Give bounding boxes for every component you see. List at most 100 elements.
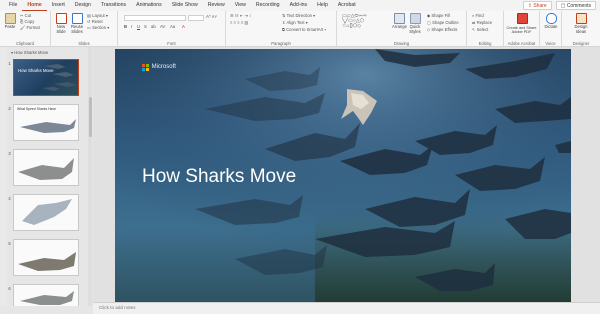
thumbnail-slide-6[interactable] (13, 284, 79, 306)
thumbnail-shark-image (22, 199, 72, 225)
thumbnail-sharks-image (42, 64, 76, 91)
drawing-label: Drawing (393, 41, 410, 46)
tab-acrobat[interactable]: Acrobat (333, 0, 361, 11)
section-button[interactable]: ▭ Section ▾ (87, 25, 109, 31)
italic-button[interactable]: I (131, 24, 132, 30)
text-direction-button[interactable]: ⇅ Text Direction ▾ (282, 13, 315, 19)
tab-add-ins[interactable]: Add-ins (285, 0, 313, 11)
tab-insert[interactable]: Insert (47, 0, 70, 11)
slide-title[interactable]: How Sharks Move (142, 166, 296, 188)
dictate-button[interactable]: Dictate (544, 13, 558, 30)
change-case-button[interactable]: Aa (170, 24, 175, 30)
microsoft-logo-icon (142, 64, 149, 71)
shapes-gallery[interactable]: ▭▱△⬭⌒⇨ ╲╱▭○△⬠ ☆⌂{}⬡◇ (342, 14, 367, 29)
reuse-slides-button[interactable]: Reuse Slides (70, 13, 84, 34)
thumbnail-row[interactable]: 6 (7, 284, 87, 306)
select-label: Select (476, 27, 489, 32)
arrange-button[interactable]: Arrange (392, 13, 407, 30)
quick-styles-button[interactable]: Quick Styles (408, 13, 422, 34)
shape-effects-button[interactable]: ◇ Shape Effects (427, 27, 457, 33)
tab-transitions[interactable]: Transitions (96, 0, 131, 11)
tab-file[interactable]: File (4, 0, 22, 11)
convert-smartart-label: Convert to SmartArt (286, 27, 324, 32)
tab-animations[interactable]: Animations (131, 0, 167, 11)
voice-label: Voice (545, 41, 556, 46)
thumbnail-row[interactable]: 3 (7, 149, 87, 191)
layout-label: Layout (92, 13, 105, 18)
section-header[interactable]: ▾ How Sharks Move (11, 50, 48, 55)
font-name-field[interactable] (124, 15, 186, 21)
thumbnail-slide-3[interactable] (13, 149, 79, 186)
reset-label: Reset (91, 19, 103, 24)
find-button[interactable]: ⌕ Find (472, 13, 484, 19)
new-slide-label: New Slide (56, 24, 66, 34)
notes-pane[interactable]: Click to add notes (93, 302, 600, 314)
thumbnail-shark-image (20, 119, 76, 133)
voice-group: Dictate Voice (540, 11, 562, 47)
microsoft-logo-text: Microsoft (151, 64, 176, 71)
font-size-field[interactable] (188, 15, 204, 21)
thumbnail-shark-image (18, 252, 76, 271)
replace-button[interactable]: ⇄ Replace (472, 20, 492, 26)
font-color-button[interactable]: A (182, 24, 185, 30)
adobe-group: Create and Share Adobe PDF Adobe Acrobat (504, 11, 540, 47)
thumbnail-row[interactable]: 4 (7, 194, 87, 236)
align-buttons[interactable]: ≡ ≡ ≡ ≡ ▥ (230, 20, 248, 26)
thumbnail-number: 2 (8, 106, 11, 111)
underline-button[interactable]: U (137, 24, 140, 30)
tab-help[interactable]: Help (312, 0, 333, 11)
shape-outline-button[interactable]: ▢ Shape Outline (427, 20, 459, 26)
comments-button[interactable]: ▢ Comments (555, 1, 596, 10)
thumbnail-slide-2[interactable]: What Speed Sharks Have (13, 104, 79, 141)
create-adobe-pdf-button[interactable] (515, 13, 529, 25)
text-direction-label: Text Direction (286, 13, 312, 18)
section-label: Section (92, 25, 107, 30)
thumbnail-row[interactable]: 5 (7, 239, 87, 281)
font-grow-button[interactable]: A^ A˅ (206, 14, 217, 20)
thumbnail-row[interactable]: 2 What Speed Sharks Have (7, 104, 87, 146)
select-button[interactable]: ↖ Select (472, 27, 488, 33)
designer-group: Design Ideas Designer (562, 11, 600, 47)
shape-fill-label: Shape Fill (431, 13, 451, 18)
shape-fill-button[interactable]: ◆ Shape Fill (427, 13, 450, 19)
align-text-button[interactable]: ⇕ Align Text ▾ (282, 20, 308, 26)
design-ideas-button[interactable]: Design Ideas (574, 13, 588, 34)
section-title: How Sharks Move (14, 50, 49, 55)
new-slide-button[interactable]: New Slide (54, 13, 68, 34)
editing-label: Editing (478, 41, 492, 46)
current-slide[interactable]: Microsoft How Sharks Move (115, 49, 571, 304)
arrange-label: Arrange (392, 24, 407, 29)
align-text-label: Align Text (286, 20, 305, 25)
bold-button[interactable]: B (124, 24, 127, 30)
tab-design[interactable]: Design (70, 0, 96, 11)
tab-recording[interactable]: Recording (251, 0, 285, 11)
share-button[interactable]: ⇪ Share (522, 1, 552, 10)
ribbon: Paste ✂ Cut ⎘ Copy 🖌 Format Clipboard Ne… (0, 11, 600, 47)
thumbnail-slide-1[interactable]: How Sharks Move (13, 59, 79, 96)
strike-button[interactable]: ab (151, 24, 156, 30)
bullets-button[interactable]: ☰ ☷ ⇤ ⇥ ↕ (230, 13, 251, 19)
convert-smartart-button[interactable]: ⧉ Convert to SmartArt ▾ (282, 27, 326, 33)
designer-label: Designer (572, 41, 590, 46)
shape-outline-label: Shape Outline (432, 20, 459, 25)
thumbnail-slide-4[interactable] (13, 194, 79, 231)
tab-review[interactable]: Review (203, 0, 230, 11)
thumbnail-shark-image (20, 291, 74, 305)
spacing-button[interactable]: AV (160, 24, 165, 30)
scrollbar-thumb[interactable] (88, 97, 92, 137)
thumbnail-slide-5[interactable] (13, 239, 79, 276)
thumbnail-scrollbar[interactable] (88, 47, 92, 306)
paste-button[interactable]: Paste (3, 13, 17, 30)
left-rail (0, 47, 7, 306)
tab-view[interactable]: View (230, 0, 251, 11)
tab-home[interactable]: Home (22, 0, 47, 11)
ribbon-tabs: File Home Insert Design Transitions Anim… (0, 0, 600, 11)
thumbnail-number: 6 (8, 286, 11, 291)
quick-styles-icon (409, 13, 421, 24)
powerpoint-window: File Home Insert Design Transitions Anim… (0, 0, 600, 314)
format-painter-button[interactable]: 🖌 Format (20, 25, 40, 31)
thumbnail-shark-image (18, 158, 74, 180)
thumbnail-row[interactable]: 1 How Sharks Move (7, 59, 87, 101)
tab-slide-show[interactable]: Slide Show (167, 0, 203, 11)
shadow-button[interactable]: S (144, 24, 147, 30)
